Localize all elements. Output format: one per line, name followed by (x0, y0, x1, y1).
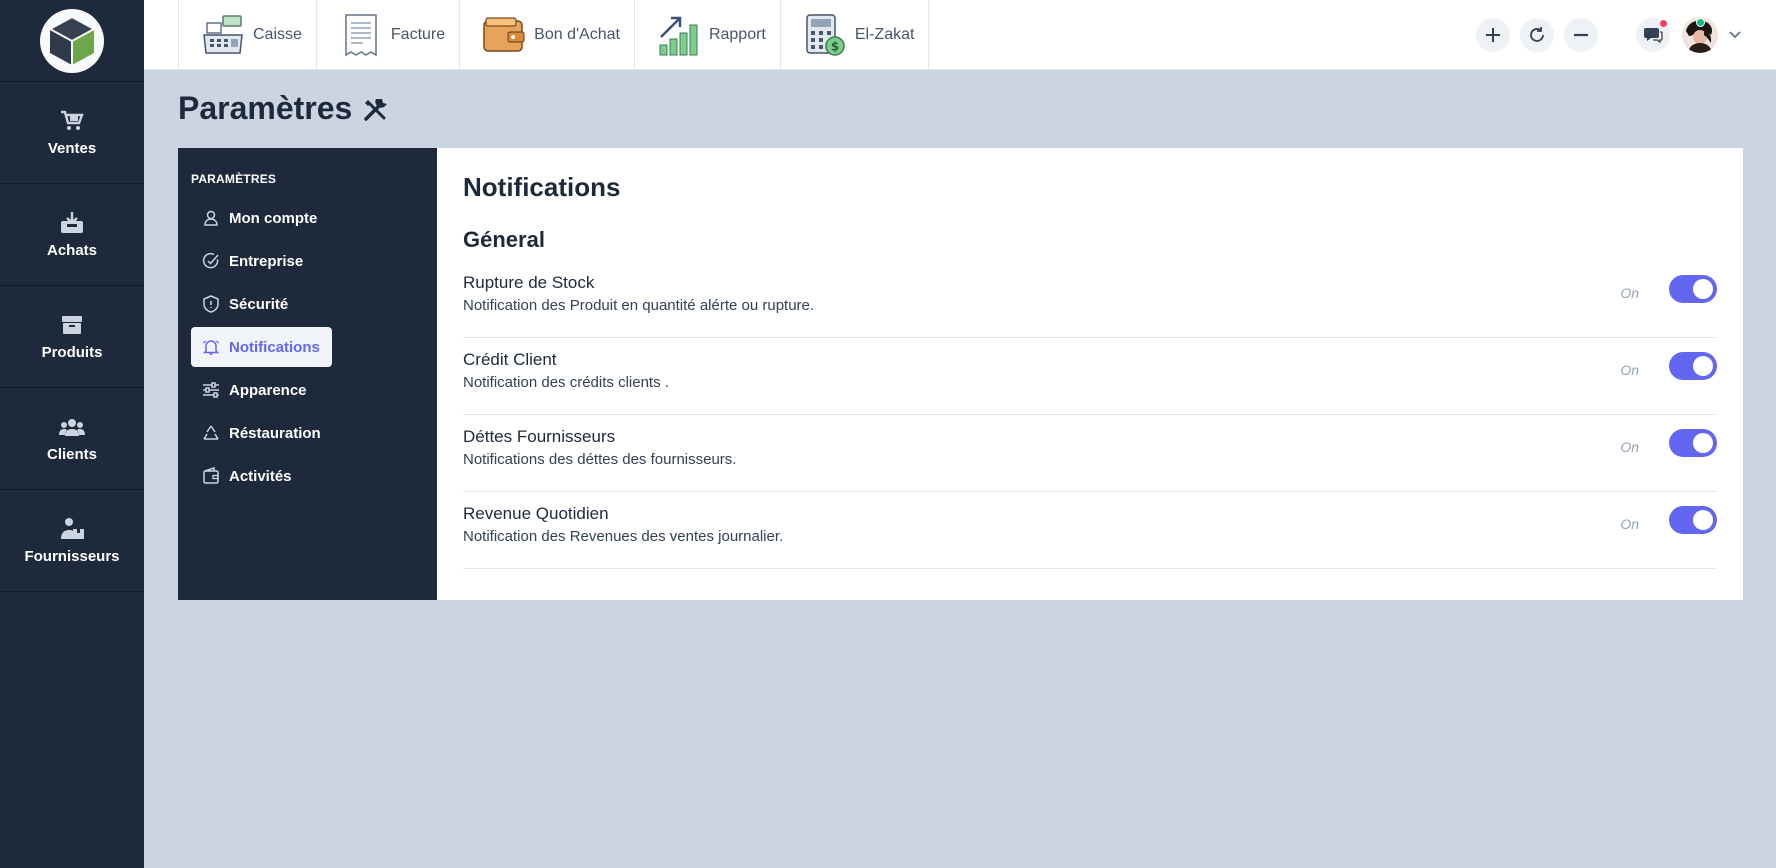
toggle-state-label: On (1620, 439, 1639, 455)
box-icon (59, 312, 85, 338)
chevron-down-icon[interactable] (1728, 28, 1742, 42)
bell-icon (202, 338, 220, 356)
settings-item-label: Activités (229, 467, 292, 485)
notification-description: Notifications des déttes des fournisseur… (463, 451, 737, 468)
cart-icon (59, 108, 85, 134)
online-status-dot (1696, 18, 1705, 27)
shield-icon (202, 295, 220, 313)
chart-growth-icon (657, 12, 701, 58)
rail-label: Clients (46, 446, 97, 463)
rail-item-clients[interactable]: Clients (0, 388, 144, 490)
wallet-small-icon (202, 467, 220, 485)
subsection-title: Géneral (463, 227, 545, 252)
plus-icon (1486, 28, 1500, 42)
notification-title: Déttes Fournisseurs (463, 427, 616, 446)
svg-text:$: $ (831, 40, 839, 54)
minimize-button[interactable] (1564, 18, 1598, 52)
settings-item-notifications[interactable]: Notifications (191, 327, 332, 367)
settings-item-label: Réstauration (229, 424, 321, 442)
settings-item-label: Entreprise (229, 252, 304, 270)
notification-title: Crédit Client (463, 350, 557, 369)
quick-tools: Caisse Facture Bon d'Achat Rapport $ El-… (178, 0, 930, 70)
rail-label: Achats (46, 242, 98, 259)
tool-label: Facture (390, 26, 446, 43)
toggle-switch[interactable] (1669, 352, 1717, 380)
settings-sidebar: PARAMÈTRES Mon compte Entreprise Sécurit… (178, 148, 437, 600)
rail-item-produits[interactable]: Produits (0, 286, 144, 388)
settings-item-restauration[interactable]: Réstauration (191, 413, 333, 453)
rail-item-ventes[interactable]: Ventes (0, 82, 144, 184)
tool-label: Rapport (708, 26, 766, 43)
header-controls (1466, 0, 1742, 70)
app-logo[interactable] (0, 0, 144, 82)
invoice-icon (339, 12, 383, 58)
settings-item-label: Sécurité (229, 295, 289, 313)
wallet-icon (482, 12, 526, 58)
tool-bon-achat[interactable]: Bon d'Achat (459, 0, 634, 70)
minus-icon (1574, 33, 1588, 37)
toggle-state-label: On (1620, 516, 1639, 532)
notification-description: Notification des Produit en quantité alé… (463, 297, 815, 314)
tool-label: Caisse (253, 26, 302, 43)
page-title: Paramètres (178, 90, 392, 127)
toggle-switch[interactable] (1669, 506, 1717, 534)
rail-item-achats[interactable]: Achats (0, 184, 144, 286)
inbox-download-icon (59, 210, 85, 236)
recycle-icon (202, 424, 220, 442)
refresh-icon (1530, 27, 1544, 42)
settings-item-activites[interactable]: Activités (191, 456, 304, 496)
notification-row: Revenue Quotidien Notification des Reven… (463, 492, 1717, 569)
notification-description: Notification des Revenues des ventes jou… (463, 528, 784, 545)
tools-icon (362, 94, 392, 124)
notification-description: Notification des crédits clients . (463, 374, 669, 391)
notification-row: Crédit Client Notification des crédits c… (463, 338, 1717, 415)
user-icon (202, 209, 220, 227)
toggle-switch[interactable] (1669, 429, 1717, 457)
tool-el-zakat[interactable]: $ El-Zakat (779, 0, 930, 70)
settings-item-label: Notifications (229, 338, 320, 356)
tool-rapport[interactable]: Rapport (633, 0, 780, 70)
tool-facture[interactable]: Facture (315, 0, 459, 70)
tool-caisse[interactable]: Caisse (178, 0, 316, 70)
notification-row: Rupture de Stock Notification des Produi… (463, 261, 1717, 338)
users-icon (59, 414, 85, 440)
settings-item-apparence[interactable]: Apparence (191, 370, 319, 410)
chat-icon (1644, 28, 1663, 44)
settings-heading: PARAMÈTRES (191, 172, 277, 186)
rail-label: Produits (41, 344, 103, 361)
tool-label: Bon d'Achat (534, 26, 620, 43)
rail-label: Ventes (47, 140, 97, 157)
toggle-state-label: On (1620, 362, 1639, 378)
supplier-icon (59, 516, 85, 542)
sliders-icon (202, 381, 220, 399)
refresh-button[interactable] (1520, 18, 1554, 52)
notification-row: Déttes Fournisseurs Notifications des dé… (463, 415, 1717, 492)
rail-label: Fournisseurs (24, 548, 120, 565)
cash-register-icon (201, 12, 245, 58)
settings-item-label: Apparence (229, 381, 307, 399)
toggle-state-label: On (1620, 285, 1639, 301)
check-circle-icon (202, 252, 220, 270)
settings-item-mon-compte[interactable]: Mon compte (191, 198, 329, 238)
settings-item-entreprise[interactable]: Entreprise (191, 241, 315, 281)
section-title: Notifications (463, 172, 621, 202)
settings-item-label: Mon compte (229, 209, 318, 227)
chat-button[interactable] (1636, 18, 1670, 52)
notifications-panel: Notifications Géneral Rupture de Stock N… (437, 148, 1743, 600)
rail-item-fournisseurs[interactable]: Fournisseurs (0, 490, 144, 592)
cube-logo-icon (40, 8, 104, 73)
notification-title: Rupture de Stock (463, 273, 595, 292)
tool-label: El-Zakat (854, 26, 915, 43)
toggle-switch[interactable] (1669, 275, 1717, 303)
top-toolbar: Caisse Facture Bon d'Achat Rapport $ El-… (144, 0, 1776, 70)
calculator-icon: $ (803, 12, 847, 58)
settings-item-securite[interactable]: Sécurité (191, 284, 300, 324)
app-rail: Ventes Achats Produits Clients Fournisse… (0, 0, 144, 868)
add-button[interactable] (1476, 18, 1510, 52)
notification-title: Revenue Quotidien (463, 504, 609, 523)
page-title-text: Paramètres (178, 90, 353, 126)
notification-dot (1660, 20, 1667, 27)
